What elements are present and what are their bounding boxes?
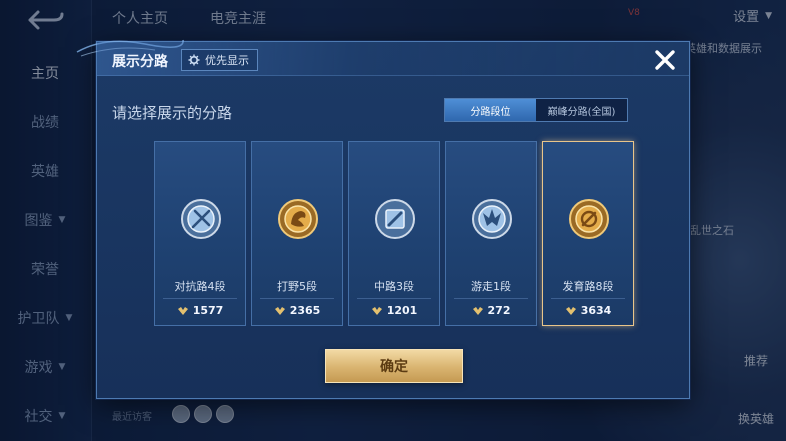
lane-score: 2365 — [252, 304, 342, 317]
lane-label: 中路3段 — [374, 280, 414, 293]
rank-score-icon — [565, 306, 576, 315]
toggle-lane-rank[interactable]: 分路段位 — [445, 99, 536, 121]
dialog-title: 展示分路 — [112, 54, 168, 70]
lane-label: 发育路8段 — [562, 280, 614, 293]
confirm-button[interactable]: 确定 — [325, 349, 463, 383]
lane-score: 1577 — [155, 304, 245, 317]
priority-display-button[interactable]: 优先显示 — [181, 49, 258, 71]
divider — [454, 298, 528, 299]
lane-mode-toggle: 分路段位 巅峰分路(全国) — [444, 98, 628, 122]
lane-label: 打野5段 — [277, 280, 317, 293]
clash-lane-icon — [181, 199, 221, 239]
rank-score-icon — [177, 306, 188, 315]
divider — [260, 298, 334, 299]
rank-score-icon — [274, 306, 285, 315]
close-button[interactable] — [653, 48, 677, 72]
lane-card-farm[interactable]: 发育路8段 3634 — [542, 141, 634, 326]
lane-display-dialog: 展示分路 优先显示 请选择展示的分路 分路段位 巅峰分路(全国) 对抗路4段 1… — [76, 39, 690, 399]
lane-label: 游走1段 — [471, 280, 511, 293]
lane-card-clash[interactable]: 对抗路4段 1577 — [154, 141, 246, 326]
rank-score-icon — [371, 306, 382, 315]
dialog-prompt: 请选择展示的分路 — [112, 104, 233, 122]
lane-card-mid[interactable]: 中路3段 1201 — [348, 141, 440, 326]
divider — [163, 298, 237, 299]
lane-card-jungle[interactable]: 打野5段 2365 — [251, 141, 343, 326]
mid-lane-icon — [375, 199, 415, 239]
rank-score-icon — [472, 306, 483, 315]
gear-icon — [188, 54, 200, 66]
toggle-peak-lane-national[interactable]: 巅峰分路(全国) — [536, 99, 627, 121]
farm-lane-icon — [569, 199, 609, 239]
lane-score: 3634 — [543, 304, 633, 317]
lane-card-roam[interactable]: 游走1段 272 — [445, 141, 537, 326]
lane-score: 272 — [446, 304, 536, 317]
jungle-icon — [278, 199, 318, 239]
lane-label: 对抗路4段 — [174, 280, 226, 293]
roam-icon — [472, 199, 512, 239]
dialog-header: 展示分路 优先显示 — [97, 42, 689, 76]
divider — [551, 298, 625, 299]
close-icon — [655, 50, 675, 70]
divider — [357, 298, 431, 299]
lane-score: 1201 — [349, 304, 439, 317]
